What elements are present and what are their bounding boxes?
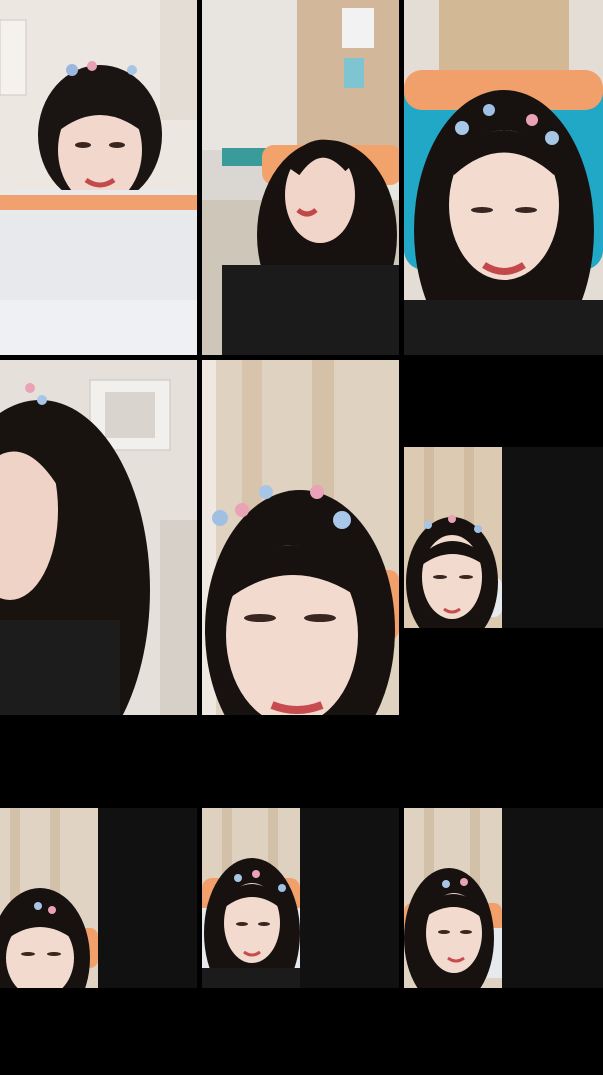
participant-video [404, 0, 603, 355]
video-tile-5[interactable] [202, 360, 399, 715]
video-tile-2[interactable] [202, 0, 399, 355]
participant-video [0, 0, 197, 355]
participant-video [202, 808, 300, 988]
video-tile-3[interactable] [404, 0, 603, 355]
video-tile-8[interactable] [202, 808, 300, 988]
video-tile-1[interactable] [0, 0, 197, 355]
loading-panel [300, 808, 399, 988]
loading-panel [502, 808, 603, 988]
loading-panel [502, 447, 603, 628]
video-tile-7[interactable] [0, 808, 98, 988]
video-tile-6[interactable] [404, 447, 502, 628]
loading-panel [98, 808, 197, 988]
video-tile-4[interactable] [0, 360, 197, 715]
participant-video [202, 0, 399, 355]
participant-video [0, 808, 98, 988]
participant-video [404, 447, 502, 628]
participant-video [0, 360, 197, 715]
participant-video [404, 808, 502, 988]
video-tile-9[interactable] [404, 808, 502, 988]
participant-video [202, 360, 399, 715]
